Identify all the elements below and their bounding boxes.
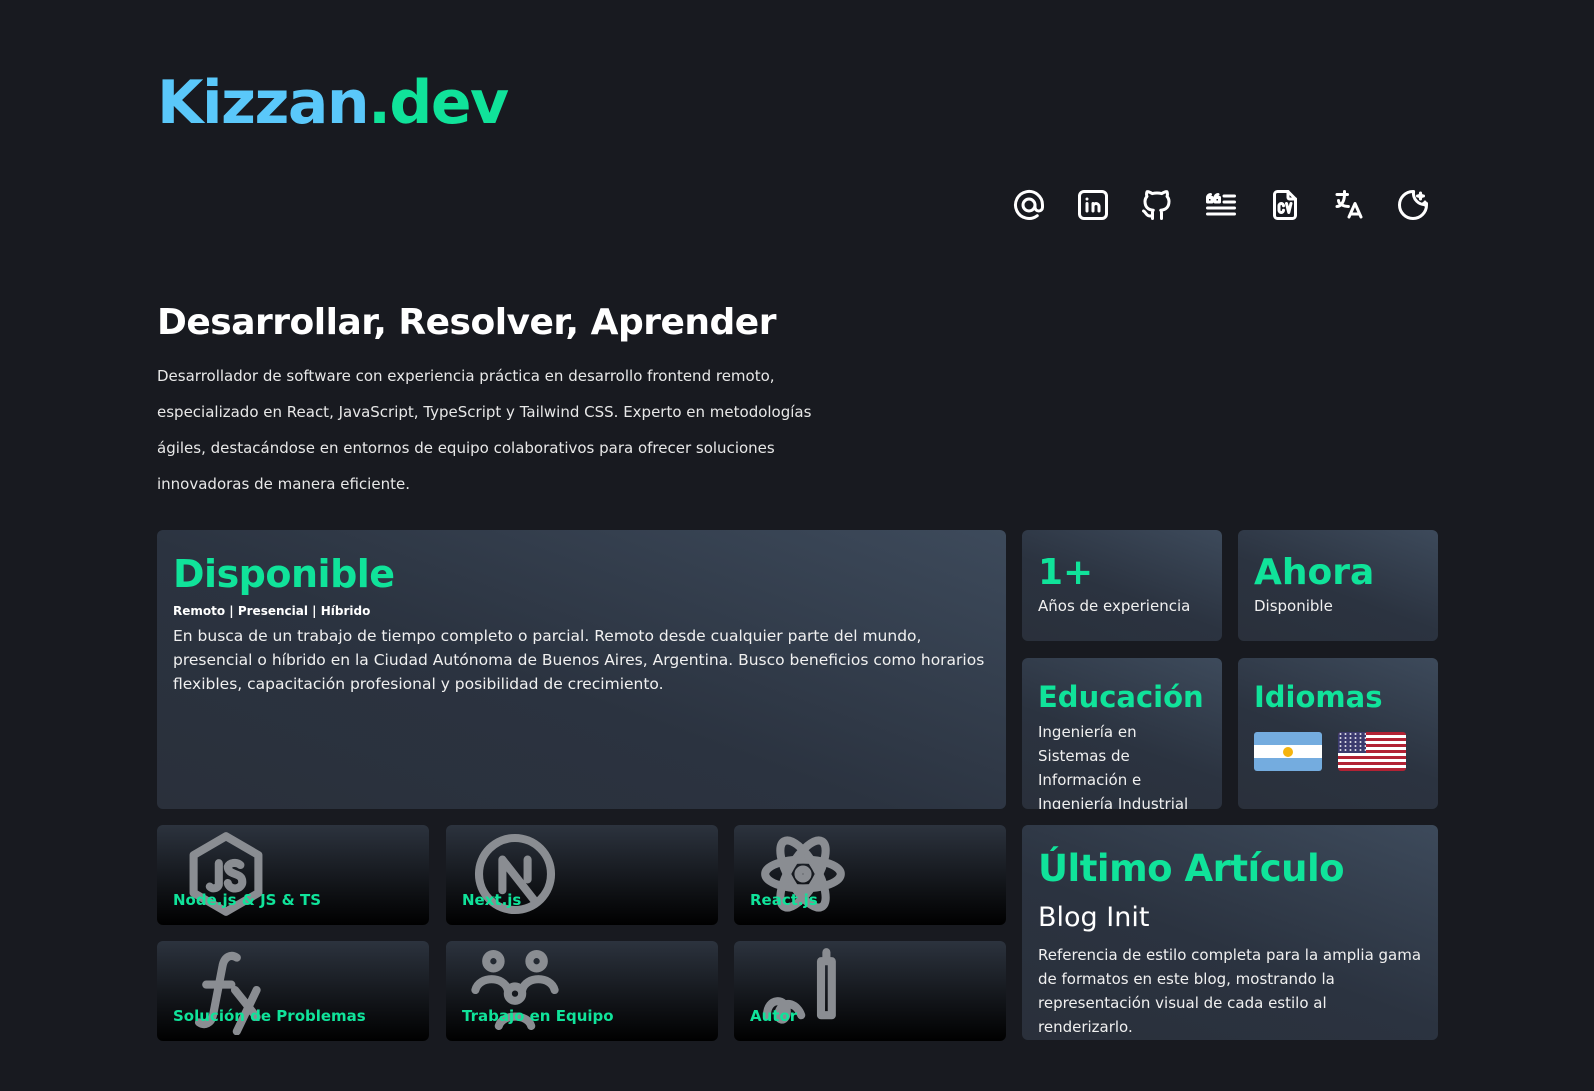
availability-card: Disponible Remoto | Presencial | Híbrido… — [157, 530, 1006, 809]
hero-title: Desarrollar, Resolver, Aprender — [157, 302, 776, 343]
usa-flag — [1338, 732, 1406, 771]
article-excerpt: Referencia de estilo completa para la am… — [1038, 946, 1422, 1036]
site-logo[interactable]: Kizzan.dev — [157, 68, 509, 138]
theme-toggle-icon[interactable] — [1394, 186, 1432, 224]
education-title: Educación — [1038, 680, 1204, 714]
linkedin-icon[interactable] — [1074, 186, 1112, 224]
latest-article-card[interactable]: Último Artículo Blog Init Referencia de … — [1022, 825, 1438, 1040]
education-text: Ingeniería en Sistemas de Información e … — [1038, 723, 1189, 809]
education-card: Educación Ingeniería en Sistemas de Info… — [1022, 658, 1222, 809]
skill-label: Next.js — [462, 891, 522, 909]
skill-card-teamwork[interactable]: Trabajo en Equipo — [446, 941, 718, 1041]
languages-title: Idiomas — [1254, 680, 1383, 714]
github-icon[interactable] — [1138, 186, 1176, 224]
experience-card: 1+ Años de experiencia — [1022, 530, 1222, 641]
skill-label: Solución de Problemas — [173, 1007, 366, 1025]
skill-label: Autor — [750, 1007, 798, 1025]
blog-icon[interactable] — [1202, 186, 1240, 224]
email-icon[interactable] — [1010, 186, 1048, 224]
skill-label: React.js — [750, 891, 818, 909]
skill-card-react[interactable]: React.js — [734, 825, 1006, 925]
hero-description: Desarrollador de software con experienci… — [157, 367, 812, 493]
flag-list — [1254, 732, 1422, 771]
experience-value: 1+ — [1038, 552, 1094, 593]
skill-card-problem-solving[interactable]: Solución de Problemas — [157, 941, 429, 1041]
experience-label: Años de experiencia — [1038, 597, 1191, 615]
argentina-flag — [1254, 732, 1322, 771]
status-card: Ahora Disponible — [1238, 530, 1438, 641]
work-modes: Remoto | Presencial | Híbrido — [173, 604, 371, 618]
article-title[interactable]: Blog Init — [1038, 902, 1422, 933]
skill-card-nextjs[interactable]: Next.js — [446, 825, 718, 925]
social-nav — [1010, 186, 1432, 224]
logo-name: Kizzan — [157, 68, 370, 138]
status-value: Ahora — [1254, 552, 1375, 593]
skill-label: Trabajo en Equipo — [462, 1007, 614, 1025]
logo-domain: .dev — [368, 68, 509, 138]
availability-title: Disponible — [173, 552, 395, 596]
languages-card: Idiomas — [1238, 658, 1438, 809]
status-label: Disponible — [1254, 597, 1333, 615]
article-section-title: Último Artículo — [1038, 847, 1345, 890]
skill-label: Node.js & JS & TS — [173, 891, 322, 909]
translate-icon[interactable] — [1330, 186, 1368, 224]
cv-icon[interactable] — [1266, 186, 1304, 224]
skill-card-nodejs[interactable]: Node.js & JS & TS — [157, 825, 429, 925]
skill-card-author[interactable]: Autor — [734, 941, 1006, 1041]
availability-text: En busca de un trabajo de tiempo complet… — [173, 627, 985, 693]
